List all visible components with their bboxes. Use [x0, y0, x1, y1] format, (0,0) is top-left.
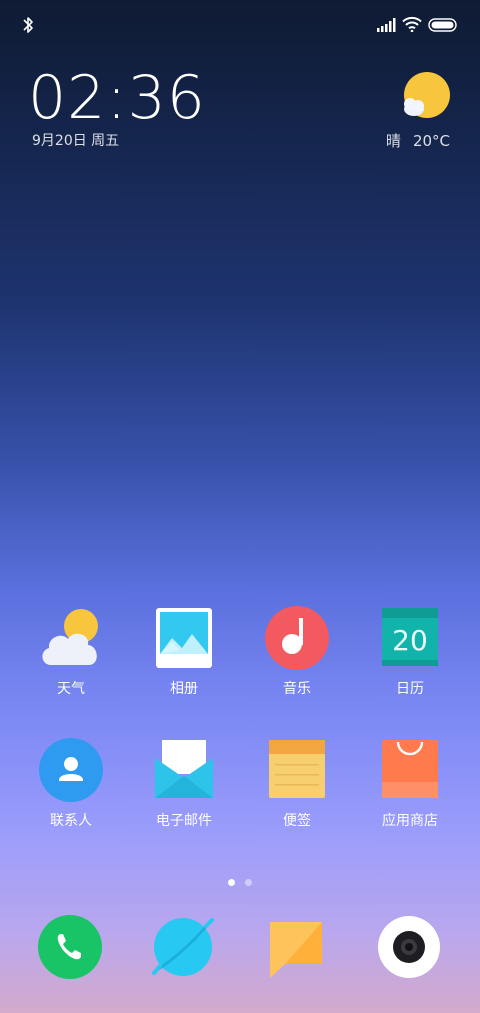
clock-time[interactable]: 02:36 — [28, 62, 206, 134]
app-calendar[interactable]: 20 日历 — [360, 604, 460, 698]
music-icon — [263, 604, 331, 672]
app-label: 日历 — [396, 681, 424, 697]
app-label: 联系人 — [50, 813, 92, 829]
app-label: 应用商店 — [382, 813, 438, 829]
dock — [0, 912, 480, 984]
app-contacts[interactable]: 联系人 — [21, 736, 121, 830]
email-icon — [150, 736, 218, 804]
camera-icon — [376, 914, 442, 980]
battery-icon — [428, 18, 457, 32]
dock-messages[interactable] — [246, 914, 346, 980]
app-label: 电子邮件 — [156, 813, 212, 829]
wifi-icon — [402, 16, 422, 32]
status-bar — [0, 0, 480, 50]
bluetooth-icon — [23, 17, 33, 33]
page-dot-active[interactable] — [228, 879, 235, 886]
weather-temperature: 20°C — [412, 132, 450, 150]
app-label: 便签 — [283, 813, 311, 829]
app-store[interactable]: 应用商店 — [360, 736, 460, 830]
phone-icon — [37, 914, 103, 980]
gallery-icon — [150, 604, 218, 672]
dock-browser[interactable] — [133, 914, 233, 980]
sun-cloud-icon[interactable] — [400, 72, 452, 122]
app-music[interactable]: 音乐 — [247, 604, 347, 698]
app-label: 音乐 — [283, 681, 311, 697]
calendar-icon: 20 — [376, 604, 444, 672]
page-indicator[interactable] — [0, 871, 480, 890]
signal-icon — [377, 18, 396, 32]
app-notes[interactable]: 便签 — [247, 736, 347, 830]
app-email[interactable]: 电子邮件 — [134, 736, 234, 830]
browser-icon — [150, 914, 216, 980]
app-label: 相册 — [170, 681, 198, 697]
calendar-day-number: 20 — [392, 624, 428, 657]
app-gallery[interactable]: 相册 — [134, 604, 234, 698]
clock-date: 9月20日 周五 — [32, 133, 120, 149]
dock-phone[interactable] — [20, 914, 120, 980]
app-store-icon — [376, 736, 444, 804]
app-weather[interactable]: 天气 — [21, 604, 121, 698]
app-label: 天气 — [57, 681, 85, 697]
page-dot[interactable] — [245, 879, 252, 886]
messages-icon — [263, 914, 329, 980]
weather-summary: 晴 20°C — [386, 130, 450, 151]
notes-icon — [263, 736, 331, 804]
weather-condition: 晴 — [385, 132, 401, 150]
weather-icon — [37, 604, 105, 672]
dock-camera[interactable] — [359, 914, 459, 980]
contacts-icon — [37, 736, 105, 804]
